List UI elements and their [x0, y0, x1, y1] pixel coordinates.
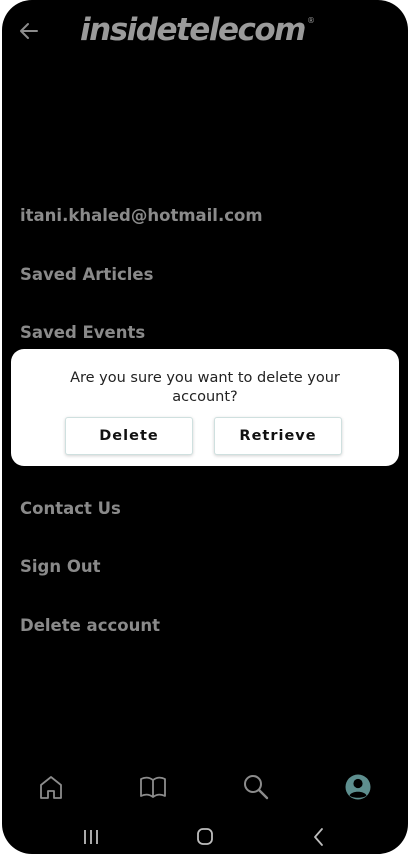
delete-button[interactable]: Delete	[65, 417, 193, 455]
app-screen: insidetelecom ® itani.khaled@hotmail.com…	[2, 0, 408, 854]
logo-text: insidetelecom	[80, 12, 306, 48]
menu-item-saved-events[interactable]: Saved Events	[20, 323, 145, 342]
home-circle-icon[interactable]	[193, 826, 217, 848]
menu-item-contact-us[interactable]: Contact Us	[20, 499, 121, 518]
delete-account-dialog: Are you sure you want to delete your acc…	[11, 349, 399, 466]
menu-item-sign-out[interactable]: Sign Out	[20, 557, 101, 576]
home-icon[interactable]	[36, 772, 66, 802]
logo-registered-mark: ®	[306, 16, 315, 25]
inside-telecom-logo: insidetelecom ®	[80, 10, 315, 50]
profile-icon[interactable]	[343, 772, 373, 802]
account-email: itani.khaled@hotmail.com	[20, 206, 263, 225]
recents-icon[interactable]	[79, 826, 103, 848]
search-icon[interactable]	[241, 772, 271, 802]
back-arrow-icon[interactable]	[16, 18, 42, 44]
menu-item-delete-account[interactable]: Delete account	[20, 616, 160, 635]
menu-item-saved-articles[interactable]: Saved Articles	[20, 265, 153, 284]
book-icon[interactable]	[138, 772, 168, 802]
dialog-message: Are you sure you want to delete your acc…	[70, 370, 340, 405]
retrieve-button[interactable]: Retrieve	[214, 417, 342, 455]
back-chevron-icon[interactable]	[307, 826, 331, 848]
